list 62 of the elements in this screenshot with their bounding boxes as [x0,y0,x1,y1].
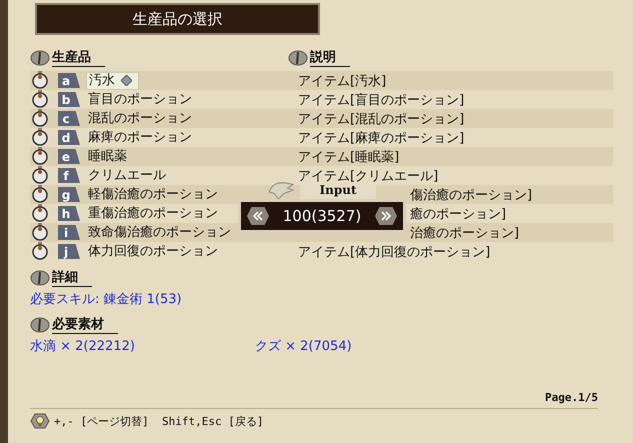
description-text: アイテム[盲目のポーション] [298,92,464,108]
dialog-label: Input [300,183,376,199]
description-text: アイテム[睡眠薬] [298,148,400,166]
knob-icon [30,50,50,66]
product-item[interactable]: 致命傷治癒のポーション [86,224,233,240]
bead-icon [30,109,50,128]
bead-icon [30,128,50,147]
window-title: 生産品の選択 [132,10,222,28]
description-text: 傷治癒のポーション] [410,186,532,204]
product-item[interactable]: 睡眠薬 [86,148,129,164]
bead-icon [30,90,50,109]
bead-icon [30,204,50,223]
key-badge: a [58,73,80,88]
product-item[interactable]: 麻痺のポーション [86,130,194,146]
knob-icon [288,50,308,66]
quantity-value[interactable]: 100(3527) [282,207,362,225]
skill-requirement: 必要スキル: 錬金術 1(53) [30,291,183,308]
increase-button[interactable] [374,207,397,225]
description-text: 癒のポーション] [410,206,506,222]
description-text: アイテム[麻痺のポーション] [298,130,464,146]
key-badge: f [58,168,80,183]
bead-icon [30,147,50,166]
product-item[interactable]: 混乱のポーション [86,110,194,126]
key-badge: h [58,206,80,221]
description-text: アイテム[汚水] [298,72,386,90]
product-item[interactable]: クリムエール [86,168,168,184]
material-item: クズ × 2(7054) [255,338,353,355]
product-item[interactable]: 体力回復のポーション [86,244,220,260]
material-item: 水滴 × 2(22212) [30,338,136,355]
description-text: アイテム[混乱のポーション] [298,110,464,128]
key-badge: j [58,244,80,259]
key-badge: e [58,149,80,164]
section-heading: 必要素材 [52,316,118,334]
key-badge: g [58,187,80,202]
product-item[interactable]: 重傷治癒のポーション [86,206,220,222]
page-indicator: Page.1/5 [545,391,598,404]
product-item[interactable]: 軽傷治癒のポーション [86,186,220,202]
diamond-icon [121,75,132,86]
column-heading: 説明 [310,49,350,67]
bead-icon [30,223,50,242]
description-text: 治癒のポーション] [410,224,520,242]
description-text: アイテム[体力回復のポーション] [298,244,490,260]
bead-icon [30,166,50,185]
knob-icon [30,317,50,333]
key-badge: d [58,130,80,145]
double-chevron-right-icon [380,211,392,221]
key-hint: +,- [ページ切替] Shift,Esc [戻る] [54,414,264,428]
bead-icon [30,185,50,204]
lightbulb-icon [30,413,50,429]
decrease-button[interactable] [247,207,269,225]
bead-icon [30,242,50,261]
column-heading: 生産品 [52,49,105,67]
section-heading: 詳細 [52,269,92,287]
product-item[interactable]: 盲目のポーション [86,92,194,108]
double-chevron-left-icon [252,211,264,221]
key-badge: b [58,92,80,107]
key-badge: i [58,225,80,240]
bead-icon [30,71,50,90]
product-item[interactable]: 汚水 [86,72,139,90]
knob-icon [30,270,50,286]
description-text: アイテム[クリムエール] [298,168,438,184]
key-badge: c [58,111,80,126]
